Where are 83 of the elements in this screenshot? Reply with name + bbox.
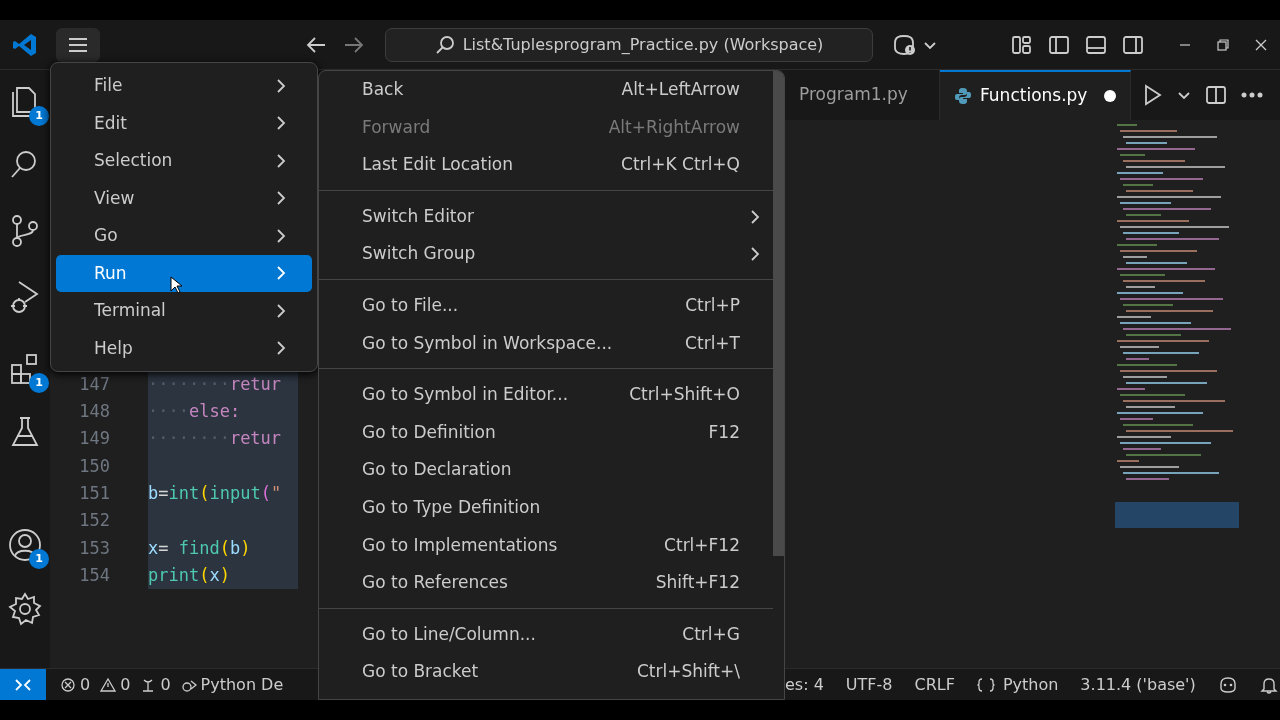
- menu-item: Forward Alt+RightArrow: [361, 115, 741, 139]
- gear-icon[interactable]: [7, 591, 43, 627]
- menu-item[interactable]: Go to Line/Column... Ctrl+G: [319, 615, 773, 654]
- status-item[interactable]: 3.11.4 ('base'): [1080, 672, 1196, 697]
- close-icon[interactable]: [1254, 37, 1268, 52]
- chevron-icon: [276, 77, 286, 94]
- caret-icon[interactable]: [923, 39, 937, 50]
- panel-toggle-icon[interactable]: [1085, 34, 1107, 55]
- line-number: 153: [78, 536, 110, 560]
- menu-item[interactable]: Go: [56, 217, 312, 255]
- menu-item[interactable]: Selection: [56, 142, 312, 180]
- restore-icon[interactable]: [1216, 37, 1230, 52]
- menu-item[interactable]: Edit: [56, 104, 312, 142]
- run-icon[interactable]: [1143, 84, 1163, 106]
- status-item[interactable]: 0: [140, 672, 171, 697]
- status-item[interactable]: CRLF: [914, 672, 955, 697]
- notification-badge: 1: [29, 106, 49, 126]
- menu-item[interactable]: Go to Symbol in Workspace... Ctrl+T: [319, 324, 773, 363]
- menu-item[interactable]: Go to Symbol in Editor... Ctrl+Shift+O: [319, 376, 773, 414]
- line-number: 152: [78, 509, 110, 533]
- chevron-icon: [276, 227, 286, 244]
- chevron-icon: [750, 208, 760, 225]
- app-logo-icon: [12, 31, 38, 58]
- chevron-icon: [276, 190, 286, 207]
- line-number: 150: [78, 454, 110, 478]
- menu-icon: [67, 36, 89, 53]
- sidebar-toggle-icon[interactable]: [1048, 34, 1070, 55]
- search-field[interactable]: List&Tuplesprogram_Practice.py (Workspace): [385, 27, 873, 62]
- caret-icon[interactable]: [1177, 90, 1191, 100]
- status-item[interactable]: es: 4: [785, 672, 824, 697]
- search-icon: [434, 34, 455, 55]
- menu-item[interactable]: Last Edit Location Ctrl+K Ctrl+Q: [319, 146, 773, 184]
- notification-badge: 1: [29, 373, 49, 393]
- forward-arrow-icon[interactable]: [343, 35, 365, 54]
- notification-bell-icon[interactable]: [1259, 675, 1278, 694]
- menu-item[interactable]: Terminal: [56, 292, 312, 330]
- secondary-sidebar-icon[interactable]: [1122, 34, 1144, 55]
- python-icon: [954, 87, 972, 105]
- menu-item[interactable]: Switch Editor: [319, 197, 773, 236]
- menu-item[interactable]: Go to Definition F12: [319, 413, 773, 452]
- status-item[interactable]: Python De: [180, 672, 284, 697]
- mouse-cursor-icon: [170, 276, 182, 294]
- editor-tab[interactable]: Functions.py: [940, 70, 1131, 120]
- error-icon: [60, 676, 76, 693]
- line-number: 149: [78, 427, 110, 451]
- chevron-icon: [276, 115, 286, 132]
- chevron-icon: [276, 340, 286, 357]
- menu-item[interactable]: Switch Group: [319, 235, 773, 273]
- status-item[interactable]: UTF-8: [845, 672, 893, 697]
- menu-item[interactable]: Go to References Shift+F12: [319, 564, 773, 602]
- warning-icon: [100, 676, 117, 693]
- line-number: 151: [78, 482, 110, 506]
- split-editor-icon[interactable]: [1205, 85, 1227, 105]
- more-icon[interactable]: [1241, 92, 1263, 98]
- layout-icon[interactable]: [1011, 34, 1033, 55]
- menu-item[interactable]: Go to Implementations Ctrl+F12: [319, 526, 773, 565]
- menu-item[interactable]: File: [56, 67, 312, 105]
- menu-item[interactable]: Go to File... Ctrl+P: [319, 286, 773, 325]
- account-icon[interactable]: [7, 527, 43, 563]
- chevron-icon: [276, 302, 286, 319]
- notification-badge: 1: [29, 549, 49, 569]
- menu-button[interactable]: [56, 27, 100, 62]
- menu-item[interactable]: Back Alt+LeftArrow: [319, 71, 773, 109]
- chevron-icon: [276, 152, 286, 169]
- menu-item[interactable]: Go to Declaration: [319, 451, 773, 489]
- braces-icon: [976, 676, 995, 693]
- status-item[interactable]: 0: [100, 672, 131, 697]
- line-number: 154: [78, 563, 110, 587]
- line-number: 148: [78, 400, 110, 424]
- chevron-icon: [750, 246, 760, 263]
- scrollbar[interactable]: [773, 71, 784, 556]
- status-item[interactable]: 0: [60, 672, 91, 697]
- menu-item[interactable]: View: [56, 179, 312, 217]
- menu-item[interactable]: Go to Bracket Ctrl+Shift+\: [319, 653, 773, 691]
- menu-item[interactable]: Run: [56, 254, 312, 292]
- menu-item[interactable]: Help: [56, 329, 312, 367]
- status-item[interactable]: Python: [976, 672, 1059, 697]
- remote-icon: [14, 677, 32, 692]
- line-number: 147: [78, 372, 110, 396]
- remote-button[interactable]: [0, 669, 46, 700]
- back-arrow-icon[interactable]: [305, 35, 327, 54]
- chevron-icon: [276, 265, 286, 282]
- menu-item[interactable]: Go to Type Definition: [319, 488, 773, 527]
